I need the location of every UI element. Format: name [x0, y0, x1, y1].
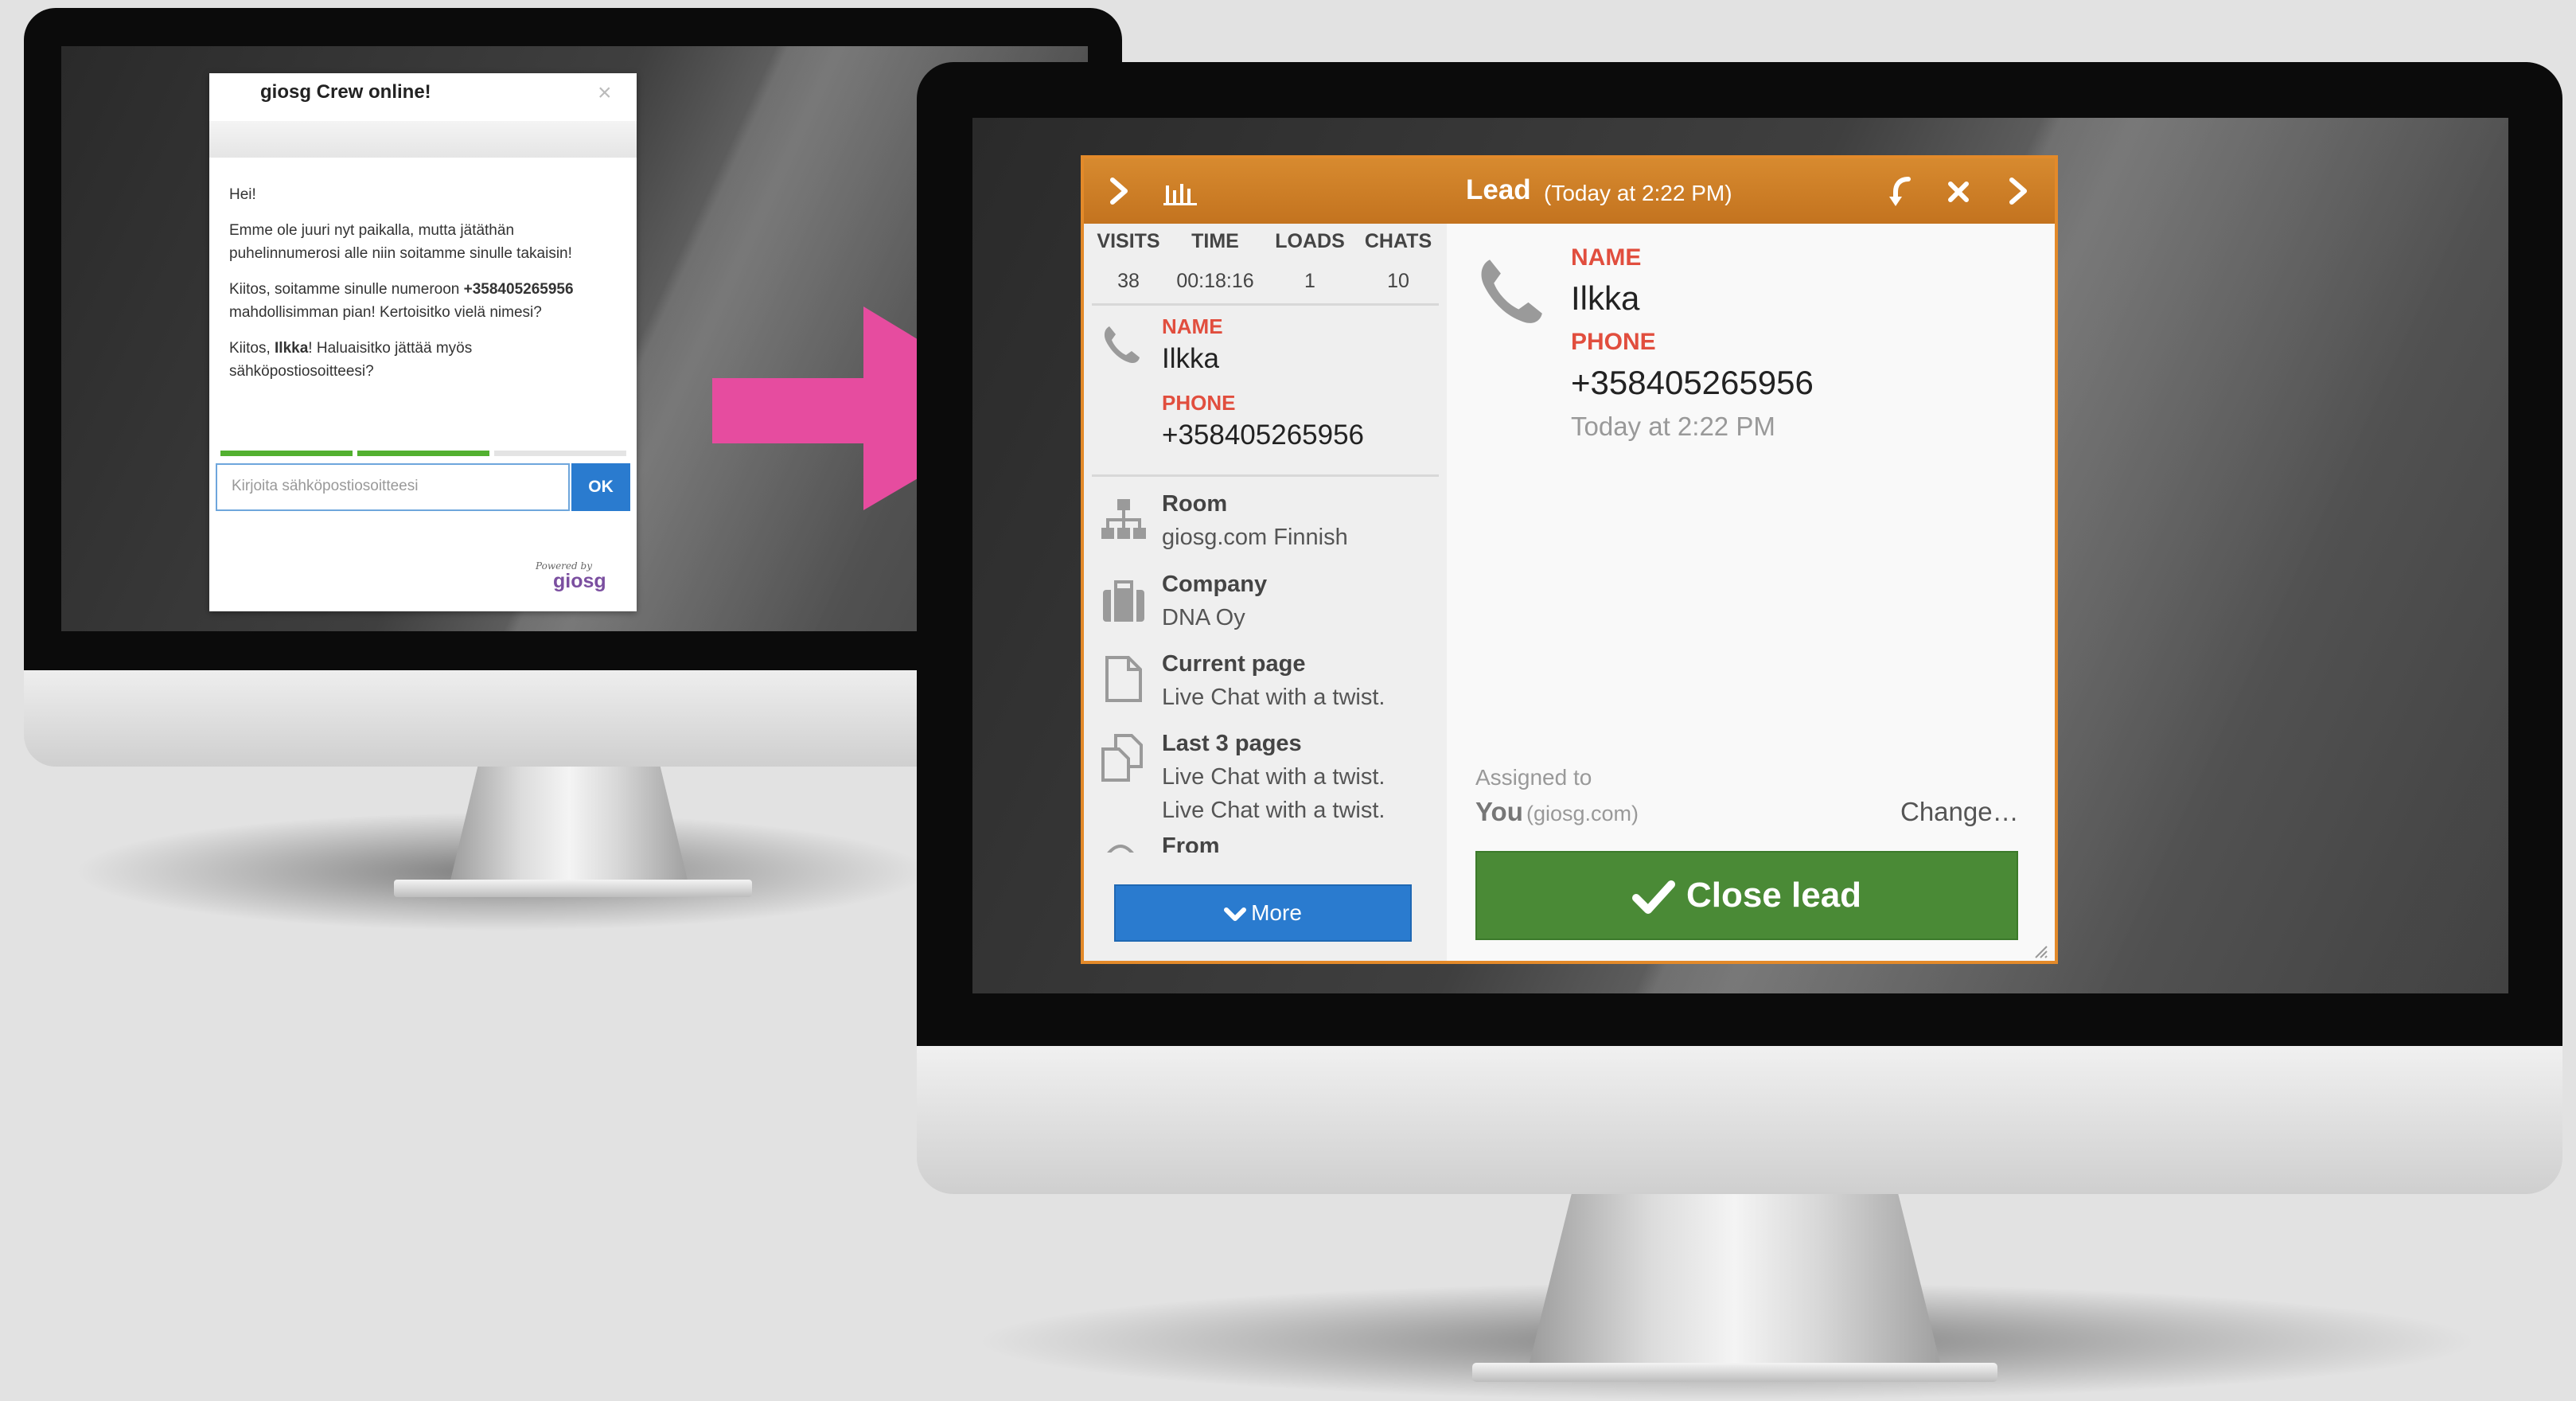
message-2: Kiitos, soitamme sinulle numeroon +35840…: [229, 281, 574, 321]
briefcase-icon: [1103, 580, 1144, 622]
current-page-value: Live Chat with a twist.: [1162, 685, 1385, 710]
right-monitor-foot: [1472, 1363, 1997, 1382]
from-row-clip: From: [1084, 829, 1447, 853]
more-button-label: More: [1251, 900, 1302, 925]
company-title: Company: [1162, 572, 1268, 597]
current-page-title: Current page: [1162, 651, 1306, 677]
stat-value-visits: 38: [1117, 270, 1140, 292]
contact-name: Ilkka: [1162, 343, 1219, 374]
chat-widget-header: giosg Crew online! ×: [209, 73, 637, 121]
pages-icon: [1101, 734, 1143, 782]
name-label: NAME: [1162, 314, 1223, 338]
left-monitor-foot: [394, 880, 752, 897]
lead-detail: NAME Ilkka PHONE +358405265956 Today at …: [1447, 224, 2055, 961]
detail-phone: +358405265956: [1571, 364, 1814, 401]
chevron-right-icon[interactable]: [2007, 178, 2031, 205]
checkmark-icon: [1631, 880, 1675, 915]
right-monitor-chin: [917, 1043, 2562, 1194]
divider: [1092, 303, 1439, 306]
last-page-1: Live Chat with a twist.: [1162, 764, 1385, 790]
message-3: Kiitos, Ilkka! Haluaisitko jättää myös s…: [229, 340, 473, 380]
right-monitor-stand: [1528, 1186, 1942, 1369]
assigned-label: Assigned to: [1475, 765, 1592, 790]
resize-handle-icon[interactable]: [2034, 945, 2048, 959]
message-greeting: Hei!: [229, 186, 256, 203]
assigned-domain: (giosg.com): [1526, 802, 1639, 825]
giosg-logo: giosg: [553, 570, 606, 592]
lead-subtitle: (Today at 2:22 PM): [1544, 181, 1732, 205]
from-title: From: [1162, 833, 1220, 853]
lead-title: Lead: [1466, 174, 1531, 205]
message-1: Emme ole juuri nyt paikalla, mutta jätät…: [229, 222, 572, 262]
chat-widget-subheader: [209, 121, 637, 158]
bar-chart-icon[interactable]: [1163, 179, 1198, 206]
detail-name: Ilkka: [1571, 279, 1640, 317]
progress-step-3: [494, 451, 626, 456]
lead-sidebar: VISITS TIME LOADS CHATS 38 00:18:16 1 10…: [1084, 224, 1447, 961]
detail-phone-label: PHONE: [1571, 329, 1656, 355]
chat-widget: giosg Crew online! × Hei! Emme ole juuri…: [209, 73, 637, 611]
progress-step-2: [357, 451, 489, 456]
phone-icon: [1481, 260, 1542, 323]
last-page-2: Live Chat with a twist.: [1162, 798, 1385, 823]
stat-value-loads: 1: [1304, 270, 1315, 292]
stats-table: VISITS TIME LOADS CHATS 38 00:18:16 1 10: [1084, 224, 1447, 303]
chat-messages: Hei! Emme ole juuri nyt paikalla, mutta …: [229, 183, 619, 396]
assigned-you: You: [1475, 797, 1523, 826]
stat-header-loads: LOADS: [1275, 230, 1345, 252]
detail-timestamp: Today at 2:22 PM: [1571, 412, 1775, 441]
ok-button[interactable]: OK: [571, 463, 630, 511]
stat-header-chats: CHATS: [1364, 230, 1432, 252]
left-monitor-stand: [450, 764, 688, 884]
page-icon: [1105, 656, 1142, 702]
phone-icon: [1104, 326, 1140, 364]
last-pages-title: Last 3 pages: [1162, 731, 1302, 756]
detail-name-label: NAME: [1571, 244, 1642, 271]
more-button[interactable]: More: [1114, 884, 1412, 942]
chevron-right-icon[interactable]: [1108, 178, 1132, 205]
email-input[interactable]: Kirjoita sähköpostiosoitteesi: [216, 463, 570, 511]
room-icon: [1101, 499, 1146, 539]
phone-label: PHONE: [1162, 391, 1236, 415]
stat-header-visits: VISITS: [1097, 230, 1160, 252]
lead-header: Lead (Today at 2:22 PM): [1084, 158, 2055, 224]
close-lead-button[interactable]: Close lead: [1475, 851, 2018, 940]
close-icon[interactable]: ×: [598, 80, 612, 107]
room-value: giosg.com Finnish: [1162, 525, 1348, 550]
close-icon[interactable]: [1947, 181, 1970, 203]
stat-value-chats: 10: [1387, 270, 1409, 292]
progress-step-1: [220, 451, 353, 456]
company-value: DNA Oy: [1162, 605, 1245, 630]
undo-icon[interactable]: [1888, 174, 1916, 208]
room-title: Room: [1162, 491, 1228, 517]
from-icon: [1107, 845, 1134, 853]
stat-header-time: TIME: [1191, 230, 1239, 252]
divider: [1092, 474, 1439, 477]
chat-widget-title: giosg Crew online!: [260, 81, 431, 103]
close-lead-label: Close lead: [1686, 876, 1862, 915]
stat-value-time: 00:18:16: [1176, 270, 1254, 292]
lead-panel: Lead (Today at 2:22 PM) VISITS TIME LOAD…: [1081, 155, 2058, 964]
change-link[interactable]: Change…: [1900, 797, 2019, 827]
contact-phone: +358405265956: [1162, 420, 1365, 451]
chevron-down-icon: [1224, 907, 1247, 921]
